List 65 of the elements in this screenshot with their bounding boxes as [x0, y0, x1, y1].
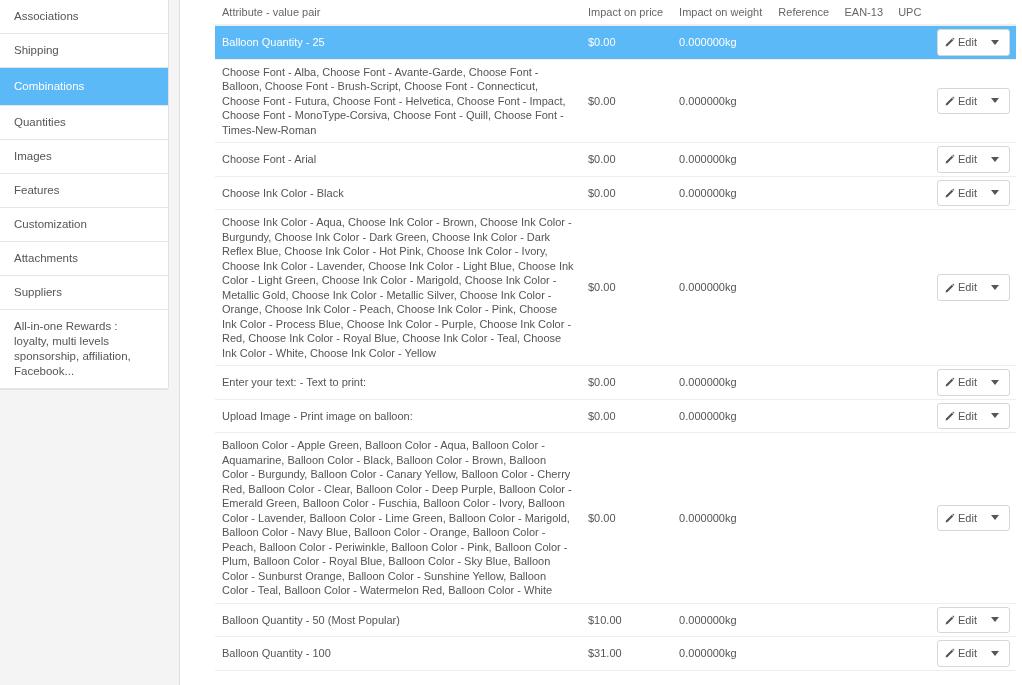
pencil-icon: [945, 282, 956, 293]
attribute-cell: Upload Image - Print image on balloon:: [222, 409, 413, 422]
sidebar-item[interactable]: Quantities: [0, 106, 168, 140]
attribute-cell: Enter your text: - Text to print:: [222, 376, 367, 388]
sidebar-item[interactable]: All-in-one Rewards : loyalty, multi levels sponsorship, affiliation, Facebook...: [0, 310, 168, 389]
attribute-cell: Choose Ink Color - Black: [222, 186, 344, 199]
attribute-cell: Choose Ink Color - Aqua, Choose Ink Color - Brown, Choose Ink Color - Burgundy, Choose Ink Color - Dark Green, Choose Ink Color - Dark Reflex Blue, Choose Ink Color - Hot Pink, Choose Ink Color - Ivory, Choose Ink Color - Lavender, Choose Ink Color - Light Blue, Choose Ink Color - Light Green, Choose Ink Color - Marigold, Choose Ink Color - Metallic Gold, Choose Ink Color - Metallic Silver, Choose Ink Color - Orange, Choose Ink Color - Peach, Choose Ink Color - Pink, Choose Ink Color - Process Blue, Choose Ink Color - Purple, Choose Ink Color - Red, Choose Ink Color - Royal Blue, Choose Ink Color - Teal, Choose Ink Color - White, Choose Ink Color - Yellow: [222, 216, 574, 359]
pencil-icon: [945, 410, 956, 421]
price-cell: $0.00: [588, 409, 616, 422]
sidebar-item[interactable]: Images: [0, 140, 168, 174]
weight-cell: 0.000000kg: [679, 511, 737, 524]
pencil-icon: [945, 187, 956, 198]
weight-cell: 0.000000kg: [679, 281, 737, 294]
sidebar-item[interactable]: Associations: [0, 0, 168, 34]
pencil-icon: [945, 648, 956, 659]
price-cell: $0.00: [588, 511, 616, 524]
attribute-cell: Choose Font - Alba, Choose Font - Avante-Garde, Choose Font - Balloon, Choose Font - Brush-Script, Choose Font - Connecticut, Choose Font - Futura, Choose Font - Helvetica, Choose Font - Impact, Choose Font - MonoType-Corsiva, Choose Font - Quill, Choose Font - Times-New-Roman: [222, 65, 566, 136]
weight-cell: 0.000000kg: [679, 36, 737, 48]
weight-cell: 0.000000kg: [679, 409, 737, 422]
attribute-cell: Balloon Quantity - 50 (Most Popular): [222, 613, 400, 626]
sidebar-item[interactable]: Suppliers: [0, 276, 168, 310]
weight-cell: 0.000000kg: [679, 376, 737, 388]
attribute-cell: Balloon Quantity - 100: [222, 647, 331, 659]
caret-icon: [991, 156, 999, 162]
table-row[interactable]: Upload Image - Print image on balloon: $0.00 0.000000kg Edit: [215, 399, 1016, 433]
caret-icon: [991, 98, 999, 104]
table-row[interactable]: Enter your text: - Text to print: $0.00 0.000000kg Edit: [215, 365, 1016, 399]
caret-icon: [991, 413, 999, 419]
pencil-icon: [945, 512, 956, 523]
weight-cell: 0.000000kg: [679, 153, 737, 165]
table-row[interactable]: Choose Font - Arial $0.00 0.000000kg Edit: [215, 142, 1016, 176]
caret-icon: [991, 379, 999, 385]
attribute-cell: Balloon Color - Apple Green, Balloon Color - Aqua, Balloon Color - Aquamarine, Balloon Color - Black, Balloon Color - Brown, Balloon Color - Burgundy, Balloon Color - Canary Yellow, Balloon Color - Cherry Red, Balloon Color - Clear, Balloon Color - Deep Purple, Balloon Color - Emerald Green, Balloon Color - Fuschia, Balloon Color - Ivory, Balloon Color - Lavender, Balloon Color - Lime Green, Balloon Color - Marigold, Balloon Color - Navy Blue, Balloon Color - Orange, Balloon Color - Peach, Balloon Color - Periwinkle, Balloon Color - Pink, Balloon Color - Plum, Balloon Color - Royal Blue, Balloon Color - Sky Blue, Balloon Color - Sunburst Orange, Balloon Color - Sunshine Yellow, Balloon Color - Teal, Balloon Color - Watermelon Red, Balloon Color - White: [222, 439, 572, 596]
caret-icon: [991, 190, 999, 196]
table-row[interactable]: Balloon Quantity - 50 (Most Popular) $10.00 0.000000kg Edit: [215, 603, 1016, 637]
price-cell: $0.00: [588, 186, 616, 199]
attribute-cell: Choose Font - Arial: [222, 153, 317, 165]
price-cell: $31.00: [588, 647, 622, 659]
price-cell: $0.00: [588, 94, 616, 107]
pencil-icon: [945, 377, 956, 388]
pencil-icon: [945, 37, 956, 48]
pencil-icon: [945, 95, 956, 106]
caret-icon: [991, 285, 999, 290]
table-row[interactable]: Balloon Quantity - 100 $31.00 0.000000kg Edit: [215, 636, 1016, 670]
caret-icon: [991, 39, 999, 45]
table-row[interactable]: Choose Ink Color - Black $0.00 0.000000kg Edit: [215, 176, 1016, 210]
weight-cell: 0.000000kg: [679, 186, 737, 199]
sidebar-item[interactable]: Attachments: [0, 242, 168, 276]
weight-cell: 0.000000kg: [679, 94, 737, 107]
weight-cell: 0.000000kg: [679, 613, 737, 626]
price-cell: $0.00: [588, 153, 616, 165]
caret-icon: [991, 650, 999, 656]
price-cell: $0.00: [588, 36, 616, 48]
price-cell: $0.00: [588, 281, 616, 294]
attribute-cell: Balloon Quantity - 25: [222, 36, 325, 48]
price-cell: $0.00: [588, 376, 616, 388]
weight-cell: 0.000000kg: [679, 647, 737, 659]
caret-icon: [991, 515, 999, 521]
price-cell: $10.00: [588, 613, 622, 626]
pencil-icon: [945, 614, 956, 625]
pencil-icon: [945, 154, 956, 165]
caret-icon: [991, 617, 999, 623]
table-row[interactable]: Balloon Quantity - 25 $0.00 0.000000kg Edit: [215, 25, 1016, 59]
sidebar-item[interactable]: Features: [0, 174, 168, 208]
sidebar-item[interactable]: Customization: [0, 208, 168, 242]
